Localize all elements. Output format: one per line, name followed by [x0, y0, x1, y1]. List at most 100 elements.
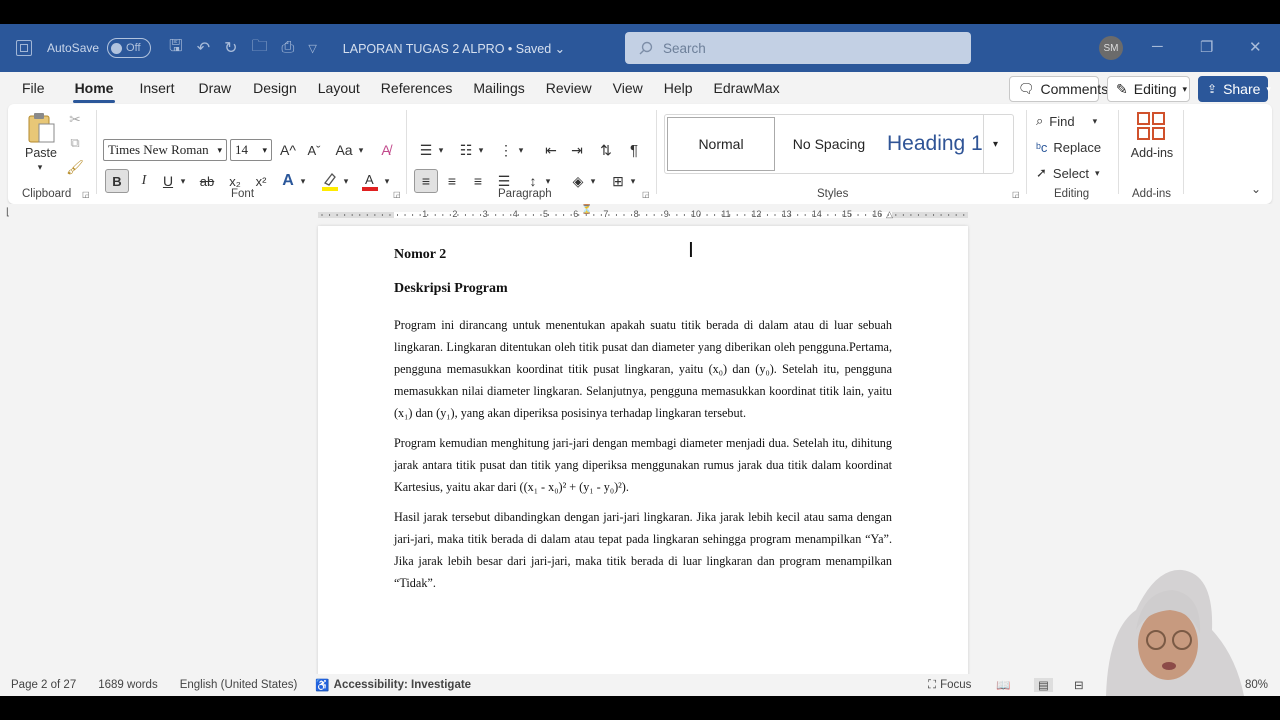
shrink-font-icon[interactable]: Aˇ: [304, 140, 324, 160]
print-icon[interactable]: ⎙: [282, 39, 295, 57]
bullets-icon[interactable]: ☰: [416, 140, 436, 160]
share-button[interactable]: ⇪ Share ▾: [1198, 76, 1271, 102]
customize-chevron-icon[interactable]: ▽: [308, 42, 316, 55]
align-right-icon[interactable]: ≡: [468, 171, 488, 191]
tab-home[interactable]: Home: [72, 76, 116, 103]
shading-icon[interactable]: ◈: [568, 171, 588, 191]
style-heading-1[interactable]: Heading 1: [883, 115, 983, 173]
document-title[interactable]: LAPORAN TUGAS 2 ALPRO • Saved ⌄: [343, 41, 565, 56]
language-status[interactable]: English (United States): [180, 679, 298, 691]
style-no-spacing[interactable]: No Spacing: [775, 115, 883, 173]
pilcrow-icon[interactable]: ¶: [624, 140, 644, 160]
tab-file[interactable]: File: [20, 76, 47, 100]
word-app-icon[interactable]: [16, 40, 32, 56]
decrease-indent-icon[interactable]: ⇤: [541, 140, 561, 160]
tab-mailings[interactable]: Mailings: [471, 76, 526, 100]
borders-icon[interactable]: ⊞: [608, 171, 628, 191]
paragraph-2[interactable]: Program kemudian menghitung jari-jari de…: [394, 432, 892, 498]
accessibility-status[interactable]: ♿ Accessibility: Investigate: [315, 678, 471, 692]
multilevel-list-icon[interactable]: ⋮: [496, 140, 516, 160]
grow-font-icon[interactable]: A^: [278, 140, 298, 160]
tab-review[interactable]: Review: [544, 76, 594, 100]
chevron-down-icon[interactable]: ▾: [356, 140, 366, 160]
change-case-icon[interactable]: Aa: [332, 140, 356, 160]
dialog-launcher-icon[interactable]: ◲: [642, 190, 650, 199]
autosave-toggle[interactable]: Off: [107, 38, 152, 58]
clear-formatting-icon[interactable]: A̸: [376, 140, 396, 160]
font-color-icon[interactable]: A: [360, 170, 380, 192]
tab-references[interactable]: References: [379, 76, 455, 100]
paste-chevron-icon[interactable]: ▾: [32, 162, 48, 173]
select-button[interactable]: ➚ Select ▾: [1036, 162, 1100, 184]
restore-icon[interactable]: ❐: [1200, 38, 1213, 56]
indent-marker-icon[interactable]: ⏳: [581, 204, 592, 215]
increase-indent-icon[interactable]: ⇥: [567, 140, 587, 160]
numbering-icon[interactable]: ☷: [456, 140, 476, 160]
editing-mode-button[interactable]: ✎ Editing ▾: [1107, 76, 1190, 102]
cut-icon[interactable]: ✂: [66, 110, 84, 128]
italic-button[interactable]: I: [134, 171, 154, 191]
redo-icon[interactable]: ↻: [224, 38, 237, 58]
highlight-icon[interactable]: [320, 170, 340, 192]
print-layout-icon[interactable]: ▤: [1034, 678, 1053, 692]
styles-more-icon[interactable]: ▾: [983, 115, 1007, 173]
font-name-select[interactable]: Times New Roman ▾: [103, 139, 227, 161]
strikethrough-button[interactable]: ab: [196, 171, 218, 191]
chevron-down-icon[interactable]: ▾: [476, 140, 486, 160]
comments-button[interactable]: 🗨 Comments: [1009, 76, 1108, 102]
search-box[interactable]: Search: [625, 32, 971, 64]
focus-button[interactable]: ⛶ Focus: [928, 679, 971, 692]
paste-icon[interactable]: [24, 110, 58, 146]
close-icon[interactable]: ✕: [1249, 38, 1262, 56]
tab-edrawmax[interactable]: EdrawMax: [712, 76, 782, 100]
bold-button[interactable]: B: [105, 169, 129, 193]
avatar[interactable]: SM: [1099, 36, 1123, 60]
sort-icon[interactable]: ⇅: [596, 140, 616, 160]
right-indent-marker-icon[interactable]: △: [886, 209, 893, 220]
word-count[interactable]: 1689 words: [98, 679, 157, 691]
add-ins-button-label[interactable]: Add-ins: [1127, 146, 1177, 160]
copy-icon[interactable]: ⧉: [66, 134, 84, 152]
replace-button[interactable]: ᵇc Replace: [1036, 136, 1101, 158]
save-icon[interactable]: 🖫: [169, 35, 183, 62]
collapse-ribbon-icon[interactable]: ⌄: [1251, 182, 1261, 196]
paragraph-1[interactable]: Program ini dirancang untuk menentukan a…: [394, 314, 892, 424]
chevron-down-icon[interactable]: ▾: [516, 140, 526, 160]
page-count[interactable]: Page 2 of 27: [11, 679, 76, 691]
read-mode-icon[interactable]: 📖: [996, 678, 1010, 692]
undo-icon[interactable]: ↶: [197, 38, 210, 58]
align-left-icon[interactable]: ≡: [414, 169, 438, 193]
paste-label[interactable]: Paste: [23, 146, 59, 160]
heading-nomor[interactable]: Nomor 2: [394, 246, 892, 264]
minimize-icon[interactable]: ─: [1152, 38, 1163, 55]
dialog-launcher-icon[interactable]: ◲: [1012, 190, 1020, 199]
web-layout-icon[interactable]: ⊟: [1074, 678, 1084, 692]
dialog-launcher-icon[interactable]: ◲: [393, 190, 401, 199]
tab-selector-icon[interactable]: ⌊: [6, 207, 10, 218]
add-ins-icon[interactable]: [1136, 110, 1166, 142]
chevron-down-icon[interactable]: ▾: [341, 171, 351, 191]
text-effects-icon[interactable]: A: [278, 171, 298, 191]
tab-layout[interactable]: Layout: [316, 76, 362, 100]
open-folder-icon[interactable]: 🗀: [252, 35, 268, 62]
horizontal-ruler[interactable]: 1 2 3 4 5 6 7 8 9 10 11 12 13 14 15 16 ⏳ △: [318, 204, 968, 221]
tab-help[interactable]: Help: [662, 76, 695, 100]
chevron-down-icon[interactable]: ▾: [436, 140, 446, 160]
tab-insert[interactable]: Insert: [137, 76, 176, 100]
document-body[interactable]: Nomor 2 Deskripsi Program Program ini di…: [394, 246, 892, 602]
chevron-down-icon[interactable]: ▾: [298, 171, 308, 191]
style-normal[interactable]: Normal: [667, 117, 775, 171]
paragraph-3[interactable]: Hasil jarak tersebut dibandingkan dengan…: [394, 506, 892, 594]
tab-view[interactable]: View: [611, 76, 645, 100]
font-size-select[interactable]: 14 ▾: [230, 139, 272, 161]
chevron-down-icon[interactable]: ▾: [588, 171, 598, 191]
align-center-icon[interactable]: ≡: [442, 171, 462, 191]
zoom-level[interactable]: 80%: [1245, 679, 1268, 691]
dialog-launcher-icon[interactable]: ◲: [82, 190, 90, 199]
tab-draw[interactable]: Draw: [196, 76, 233, 100]
format-painter-icon[interactable]: 🖌: [66, 158, 84, 176]
tab-design[interactable]: Design: [251, 76, 299, 100]
chevron-down-icon[interactable]: ▾: [628, 171, 638, 191]
find-button[interactable]: ⌕ Find ▾: [1036, 110, 1097, 132]
heading-deskripsi[interactable]: Deskripsi Program: [394, 280, 892, 298]
